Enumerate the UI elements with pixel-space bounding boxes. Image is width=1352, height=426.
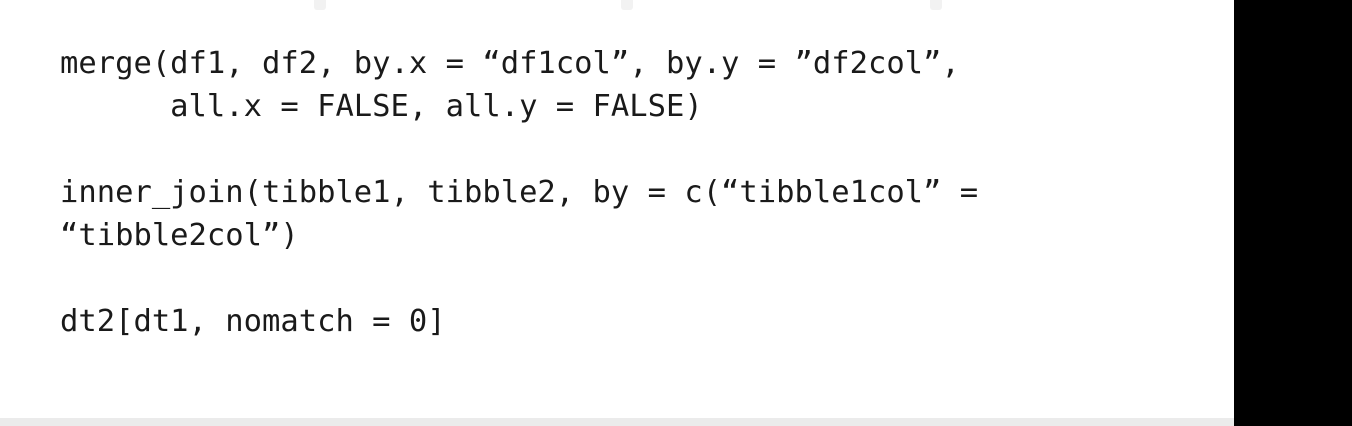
code-line-data-table: dt2[dt1, nomatch = 0] [60,304,446,339]
slide-canvas: merge(df1, df2, by.x = “df1col”, by.y = … [0,0,1234,426]
side-panel [1234,0,1352,426]
bottom-edge-shade [0,418,1234,426]
code-block: merge(df1, df2, by.x = “df1col”, by.y = … [60,42,978,343]
top-edge-mark [930,0,942,10]
top-edge-mark [314,0,326,10]
code-line-merge-args: all.x = FALSE, all.y = FALSE) [60,89,703,124]
code-line-merge: merge(df1, df2, by.x = “df1col”, by.y = … [60,46,960,81]
code-line-inner-join-args: “tibble2col”) [60,218,299,253]
top-edge-marks [0,0,1234,16]
top-edge-mark [621,0,633,10]
code-line-inner-join: inner_join(tibble1, tibble2, by = c(“tib… [60,175,979,210]
